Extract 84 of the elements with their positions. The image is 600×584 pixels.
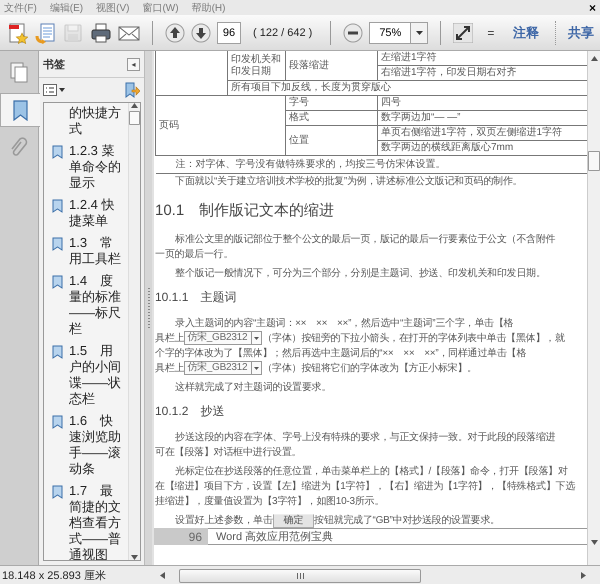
- scrollbar[interactable]: [587, 51, 600, 565]
- paragraph-text: （字体）按钮将它们的字体改为【方正小标宋】。: [262, 363, 477, 374]
- paragraph: 整个版记一般情况下，可分为三个部分，分别是主题词、抄送、印发机关和印发日期。: [174, 266, 546, 281]
- bookmark-icon: [52, 485, 63, 499]
- ok-button-picture: 确定: [272, 514, 314, 528]
- scrollbar-thumb[interactable]: [179, 569, 421, 583]
- bookmark-item[interactable]: 1.2.4 快捷菜单: [69, 197, 123, 229]
- menu-item[interactable]: 视图(V): [96, 0, 130, 14]
- bookmark-item[interactable]: 1.6 快速浏览助手——滚动条: [69, 413, 123, 477]
- bookmark-icon: [52, 415, 63, 429]
- page-number: 96: [154, 528, 208, 545]
- document-arrow-icon[interactable]: [34, 22, 56, 44]
- options-button[interactable]: [43, 84, 65, 96]
- menu-item[interactable]: 编辑(E): [50, 0, 84, 14]
- bookmark-icon: [52, 237, 63, 251]
- table-cell: 印发机关和印发日期: [228, 51, 286, 80]
- font-combo-picture: 仿宋_GB2312: [184, 331, 262, 346]
- menu-item[interactable]: 窗口(W): [142, 0, 179, 14]
- scroll-up-icon[interactable]: [131, 103, 138, 108]
- subsection-heading: 10.1.2 抄送: [155, 403, 226, 420]
- scrollbar-thumb[interactable]: [588, 151, 600, 171]
- expand-bookmark-icon[interactable]: [124, 82, 140, 98]
- close-button[interactable]: ×: [588, 2, 596, 14]
- page-size-text: 18.148 x 25.893 厘米: [1, 568, 107, 582]
- dropdown-arrow-icon: [251, 362, 262, 374]
- paragraph: 标准公文里的版记部位于整个公文的最后一页，版记的最后一行要素位于公文（不含附件 一页的最后一行。: [155, 232, 556, 262]
- scrollbar-thumb[interactable]: [129, 111, 140, 125]
- new-document-star-icon[interactable]: [6, 22, 28, 44]
- bookmark-icon: [52, 199, 63, 213]
- caret-icon: [59, 88, 65, 92]
- splitter-handle[interactable]: [144, 51, 152, 565]
- bookmark-item[interactable]: 1.2.3 菜单命令的显示: [69, 143, 123, 191]
- zoom-field[interactable]: 75%: [369, 22, 412, 44]
- toolbar-menu-button[interactable]: =: [487, 26, 494, 40]
- paragraph-text: 设置好上述参数，单击: [175, 515, 272, 526]
- table-cell: 位置: [286, 126, 378, 156]
- paragraph-text: 具栏上: [155, 333, 184, 344]
- scroll-right-icon[interactable]: [581, 572, 586, 578]
- bookmark-icon: [52, 345, 63, 359]
- font-combo-picture: 仿宋_GB2312: [184, 361, 262, 376]
- table-cell: 字号: [286, 96, 378, 110]
- scroll-down-icon[interactable]: [131, 555, 138, 560]
- zoom-out-icon[interactable]: [343, 22, 364, 42]
- table-cell: 段落缩进: [286, 51, 378, 80]
- zoom-dropdown-button[interactable]: [411, 22, 428, 44]
- collapse-button[interactable]: ◂: [127, 58, 140, 70]
- sidebar-tab[interactable]: [0, 93, 40, 127]
- list-icon: [43, 84, 57, 96]
- paragraph: 光标定位在抄送段落的任意位置，单击菜单栏上的【格式】/【段落】命令，打开【段落】对 在【缩进】项目下方，设置【左】缩进为【1字符】，【右】缩进为【1字符】，【特殊格式】下选 挂缩进】，度量值设置为【3字符】，如图10-3所示。: [155, 464, 576, 509]
- print-icon[interactable]: [90, 22, 112, 44]
- bookmark-item[interactable]: 1.4 度量的标准——标尺栏: [69, 273, 123, 337]
- bookmark-item[interactable]: 的快捷方式: [69, 105, 123, 137]
- scroll-down-icon[interactable]: [590, 540, 598, 545]
- paragraph-text: 个字的字体改为了【黑体】；然后再选中主题词后的“×× ×× ××”，同样通过单击【格: [155, 348, 526, 359]
- expand-arrows-icon[interactable]: [453, 22, 474, 42]
- page-count: ( 122 / 642 ): [253, 26, 312, 38]
- paragraph-text: 录入主题词的内容“主题词：×× ×× ××”，然后选中“主题词”三个字，单击【格: [175, 318, 514, 329]
- paragraph: 下面就以“关于建立培训技术学校的批复”为例，讲述标准公文版记和页码的制作。: [174, 174, 524, 189]
- paragraph-text: （字体）按钮旁的下拉小箭头，在打开的字体列表中单击【黑体】，就: [262, 333, 565, 344]
- page-number-field[interactable]: 96: [217, 22, 241, 44]
- subsection-heading: 10.1.1 主题词: [155, 289, 238, 306]
- bookmark-icon: [52, 275, 63, 289]
- bookmark-item[interactable]: 1.3 常用工具栏: [69, 235, 123, 267]
- running-footer: Word 高效应用范例宝典: [208, 528, 587, 545]
- bookmark-item[interactable]: 1.5 用户的小间谍——状态栏: [69, 343, 123, 407]
- table-cell: 页码: [156, 96, 286, 156]
- paragraph: 抄送这段的内容在字体、字号上没有特殊的要求，与正文保持一致。对于此段的段落缩进 可在【段落】对话框中进行设置。: [155, 430, 556, 460]
- section-heading: 10.1 制作版记文本的缩进: [155, 201, 336, 220]
- paragraph: 这样就完成了对主题词的设置要求。: [174, 380, 332, 395]
- scrollbar[interactable]: [128, 103, 140, 560]
- paragraph-text: 按钮就完成了“GB”中对抄送段的设置要求。: [314, 515, 500, 526]
- bookmark-icon: [52, 145, 63, 159]
- panel-title: 书签: [43, 58, 65, 72]
- pages-icon: [8, 61, 30, 83]
- toolbar-link[interactable]: 注释: [513, 24, 539, 42]
- table-cell: 格式: [286, 110, 378, 126]
- dropdown-arrow-icon: [251, 332, 262, 344]
- paragraph-text: 具栏上: [155, 363, 184, 374]
- menu-item[interactable]: 文件(F): [4, 0, 37, 14]
- toolbar-link[interactable]: 共享: [568, 24, 594, 42]
- scroll-up-icon[interactable]: [590, 56, 598, 61]
- caret-icon: [416, 30, 423, 34]
- scroll-left-icon[interactable]: [160, 572, 165, 578]
- menu-item[interactable]: 帮助(H): [192, 0, 226, 14]
